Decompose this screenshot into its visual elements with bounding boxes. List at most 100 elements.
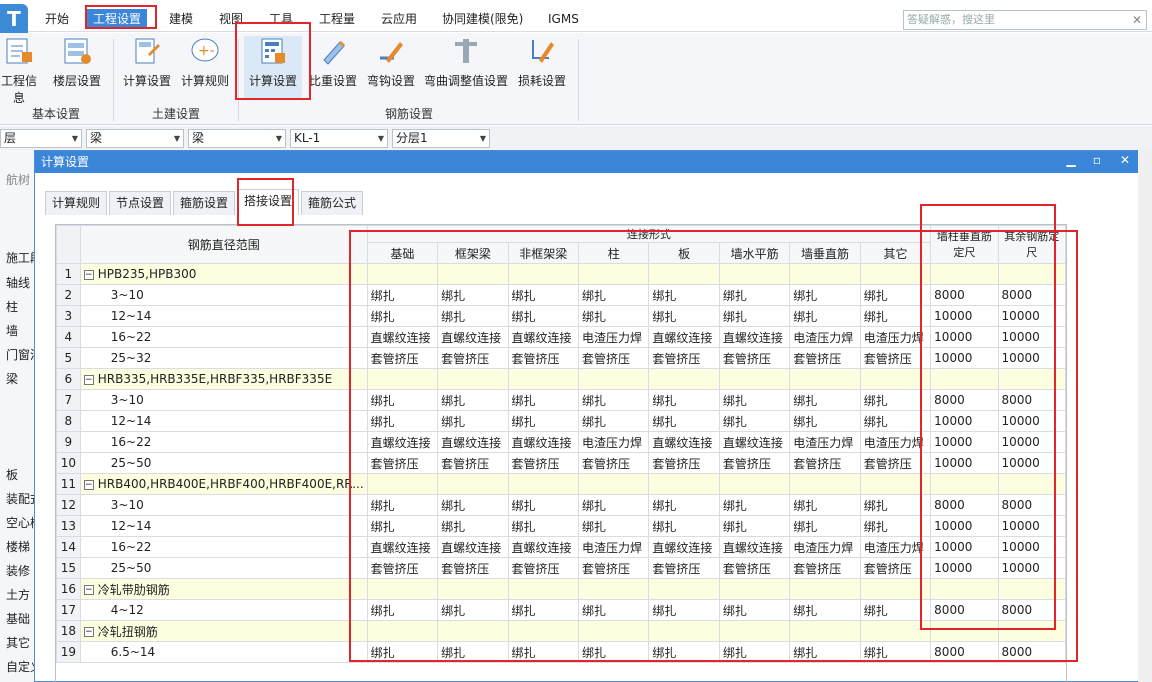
- connection-cell[interactable]: 电渣压力焊: [789, 431, 861, 453]
- connection-cell[interactable]: [437, 473, 509, 495]
- connection-cell[interactable]: 绑扎: [648, 515, 720, 537]
- range-cell[interactable]: 3~10: [79, 284, 368, 306]
- table-row[interactable]: 13 12~14 绑扎 绑扎 绑扎 绑扎 绑扎 绑扎 绑扎 绑扎 10000 10000: [56, 515, 1066, 537]
- connection-cell[interactable]: 直螺纹连接: [437, 536, 509, 558]
- table-row[interactable]: 19 6.5~14 绑扎 绑扎 绑扎 绑扎 绑扎 绑扎 绑扎 绑扎 8000 8000: [56, 641, 1066, 663]
- length-cell[interactable]: [997, 620, 1066, 642]
- connection-cell[interactable]: 套管挤压: [366, 347, 439, 369]
- connection-cell[interactable]: 套管挤压: [718, 557, 791, 579]
- connection-cell[interactable]: 电渣压力焊: [859, 431, 932, 453]
- connection-cell[interactable]: [437, 578, 509, 600]
- nav-item-column[interactable]: 柱: [6, 298, 18, 315]
- connection-cell[interactable]: 套管挤压: [437, 557, 509, 579]
- range-cell[interactable]: 12~14: [79, 305, 368, 327]
- length-cell[interactable]: [930, 578, 999, 600]
- connection-cell[interactable]: [577, 578, 650, 600]
- table-row[interactable]: 14 16~22 直螺纹连接 直螺纹连接 直螺纹连接 电渣压力焊 直螺纹连接 直螺纹连接 电渣压…: [56, 536, 1066, 558]
- connection-cell[interactable]: 绑扎: [366, 305, 439, 327]
- connection-cell[interactable]: 套管挤压: [859, 347, 932, 369]
- connection-cell[interactable]: [507, 620, 579, 642]
- menu-collab[interactable]: 协同建模(限免): [436, 9, 529, 29]
- length-cell[interactable]: 10000: [997, 515, 1066, 537]
- length-cell[interactable]: 8000: [930, 284, 999, 306]
- connection-cell[interactable]: 直螺纹连接: [366, 431, 439, 453]
- table-row[interactable]: 2 3~10 绑扎 绑扎 绑扎 绑扎 绑扎 绑扎 绑扎 绑扎 8000 8000: [56, 284, 1066, 306]
- group-label-cell[interactable]: − HPB235,HPB300: [79, 263, 368, 285]
- connection-cell[interactable]: [789, 578, 861, 600]
- range-cell[interactable]: 25~32: [79, 347, 368, 369]
- connection-cell[interactable]: 绑扎: [859, 599, 932, 621]
- connection-cell[interactable]: [789, 473, 861, 495]
- connection-cell[interactable]: 套管挤压: [718, 347, 791, 369]
- clear-icon[interactable]: ✕: [1132, 11, 1142, 29]
- connection-cell[interactable]: 绑扎: [648, 641, 720, 663]
- search-input[interactable]: 答疑解惑，搜这里 ✕: [903, 10, 1147, 30]
- length-cell[interactable]: 8000: [997, 599, 1066, 621]
- connection-cell[interactable]: [718, 578, 791, 600]
- range-cell[interactable]: 25~50: [79, 557, 368, 579]
- connection-cell[interactable]: 套管挤压: [577, 452, 650, 474]
- connection-cell[interactable]: 绑扎: [366, 599, 439, 621]
- length-cell[interactable]: 10000: [930, 326, 999, 348]
- connection-cell[interactable]: 绑扎: [577, 284, 650, 306]
- connection-cell[interactable]: 直螺纹连接: [507, 431, 579, 453]
- collapse-icon[interactable]: −: [83, 627, 94, 637]
- connection-cell[interactable]: 绑扎: [789, 389, 861, 411]
- group-row[interactable]: 6− HRB335,HRB335E,HRBF335,HRBF335E: [56, 368, 1066, 390]
- connection-cell[interactable]: 绑扎: [366, 494, 439, 516]
- connection-cell[interactable]: 绑扎: [648, 389, 720, 411]
- connection-cell[interactable]: [648, 578, 720, 600]
- connection-cell[interactable]: [859, 578, 932, 600]
- length-cell[interactable]: 8000: [930, 641, 999, 663]
- menu-view[interactable]: 视图: [213, 9, 249, 29]
- connection-cell[interactable]: 直螺纹连接: [648, 431, 720, 453]
- connection-cell[interactable]: 直螺纹连接: [718, 536, 791, 558]
- group-row[interactable]: 1− HPB235,HPB300: [56, 263, 1066, 285]
- length-cell[interactable]: [997, 473, 1066, 495]
- tab-calc-rules[interactable]: 计算规则: [45, 191, 107, 215]
- connection-cell[interactable]: 套管挤压: [366, 452, 439, 474]
- range-cell[interactable]: 16~22: [79, 536, 368, 558]
- range-cell[interactable]: 6.5~14: [79, 641, 368, 663]
- connection-cell[interactable]: 套管挤压: [859, 452, 932, 474]
- table-row[interactable]: 17 4~12 绑扎 绑扎 绑扎 绑扎 绑扎 绑扎 绑扎 绑扎 8000 8000: [56, 599, 1066, 621]
- collapse-icon[interactable]: −: [83, 269, 94, 280]
- connection-cell[interactable]: [577, 620, 650, 642]
- length-cell[interactable]: 10000: [997, 347, 1066, 369]
- connection-cell[interactable]: 绑扎: [789, 599, 861, 621]
- connection-cell[interactable]: [507, 578, 579, 600]
- connection-cell[interactable]: 套管挤压: [789, 557, 861, 579]
- length-cell[interactable]: 10000: [997, 452, 1066, 474]
- range-cell[interactable]: 25~50: [79, 452, 368, 474]
- calc-rules-button[interactable]: +- 计算规则: [178, 36, 232, 100]
- minimize-icon[interactable]: ▁: [1063, 153, 1079, 167]
- length-cell[interactable]: 10000: [997, 536, 1066, 558]
- connection-cell[interactable]: 绑扎: [718, 305, 791, 327]
- connection-cell[interactable]: 绑扎: [366, 515, 439, 537]
- menu-project-settings[interactable]: 工程设置: [87, 9, 148, 29]
- length-cell[interactable]: 8000: [997, 641, 1066, 663]
- connection-cell[interactable]: 套管挤压: [648, 557, 720, 579]
- length-cell[interactable]: 8000: [930, 494, 999, 516]
- table-row[interactable]: 8 12~14 绑扎 绑扎 绑扎 绑扎 绑扎 绑扎 绑扎 绑扎 10000 10000: [56, 410, 1066, 432]
- table-row[interactable]: 10 25~50 套管挤压 套管挤压 套管挤压 套管挤压 套管挤压 套管挤压 套管挤压 套管挤压 1…: [56, 452, 1066, 474]
- connection-cell[interactable]: 套管挤压: [648, 452, 720, 474]
- menu-igms[interactable]: IGMS: [542, 9, 585, 29]
- connection-cell[interactable]: 绑扎: [718, 284, 791, 306]
- connection-cell[interactable]: 绑扎: [789, 641, 861, 663]
- range-cell[interactable]: 3~10: [79, 494, 368, 516]
- range-cell[interactable]: 16~22: [79, 326, 368, 348]
- length-cell[interactable]: 10000: [930, 410, 999, 432]
- nav-item-stairs[interactable]: 楼梯: [6, 538, 30, 555]
- tab-lap-settings[interactable]: 搭接设置: [237, 189, 299, 215]
- connection-cell[interactable]: 绑扎: [789, 305, 861, 327]
- connection-cell[interactable]: 绑扎: [577, 599, 650, 621]
- connection-cell[interactable]: 套管挤压: [789, 347, 861, 369]
- nav-item-slab[interactable]: 板: [6, 466, 18, 483]
- connection-cell[interactable]: [648, 263, 720, 285]
- connection-cell[interactable]: [859, 263, 932, 285]
- connection-cell[interactable]: 绑扎: [718, 389, 791, 411]
- connection-cell[interactable]: 套管挤压: [648, 347, 720, 369]
- table-row[interactable]: 5 25~32 套管挤压 套管挤压 套管挤压 套管挤压 套管挤压 套管挤压 套管挤压 套管挤压 10…: [56, 347, 1066, 369]
- floor-settings-button[interactable]: 楼层设置: [50, 36, 104, 100]
